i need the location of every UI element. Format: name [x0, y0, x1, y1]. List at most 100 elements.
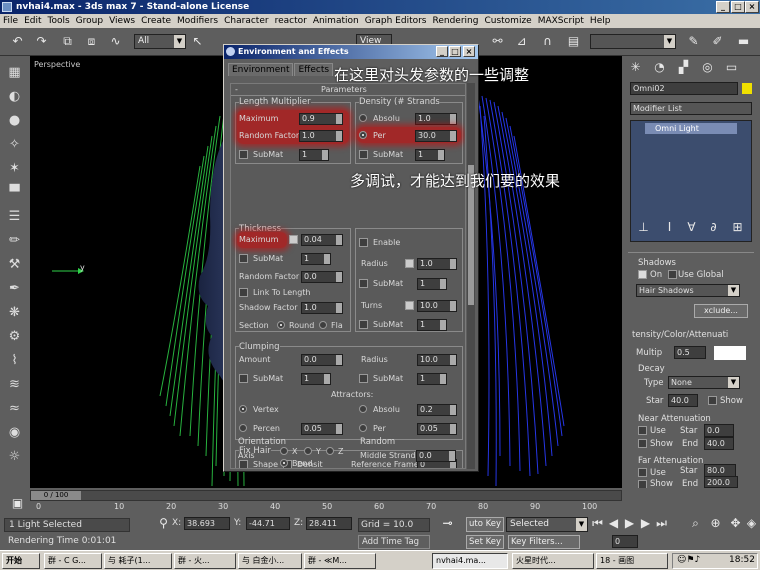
taskbar-item[interactable]: 与 白金小... — [238, 553, 302, 569]
length-maximum-field[interactable]: 0.9 — [299, 113, 343, 125]
play-icon[interactable]: ▶ — [622, 516, 637, 531]
link-to-length-checkbox[interactable] — [239, 288, 248, 297]
dialog-titlebar[interactable]: Environment and Effects _ □ × — [224, 45, 478, 59]
goto-end-icon[interactable]: ⏭ — [654, 516, 669, 531]
key-selection-combo[interactable]: Selected ▼ — [506, 517, 588, 532]
named-selection-combo[interactable]: ▼ — [590, 34, 676, 49]
multiplier-field[interactable]: 0.5 — [674, 346, 706, 359]
clump-submat2-field[interactable]: 1 — [417, 373, 447, 385]
axis-y-radio[interactable] — [304, 447, 312, 455]
bone-icon[interactable]: ⌇ — [6, 352, 23, 369]
taskbar-item[interactable]: 与 耗子(1... — [104, 553, 172, 569]
tab-environment[interactable]: Environment — [228, 63, 294, 76]
near-use-checkbox[interactable] — [638, 426, 647, 435]
current-frame-field[interactable]: 0 — [612, 535, 638, 548]
pan-icon[interactable]: ✥ — [728, 516, 743, 531]
close-button[interactable]: × — [745, 1, 759, 13]
dialog-maximize-button[interactable]: □ — [449, 46, 461, 57]
ripple-icon[interactable]: ≈ — [6, 400, 23, 417]
maximize-button[interactable]: □ — [731, 1, 745, 13]
taskbar-item[interactable]: 群 - C G... — [44, 553, 102, 569]
object-name-field[interactable]: Omni02 — [630, 82, 738, 95]
density-submat-field[interactable]: 1 — [415, 149, 445, 161]
curl-submat2-field[interactable]: 1 — [417, 319, 447, 331]
menu-views[interactable]: Views — [106, 14, 138, 28]
far-use-checkbox[interactable] — [638, 468, 647, 477]
curl-submat1-field[interactable]: 1 — [417, 278, 447, 290]
near-end-field[interactable]: 40.0 — [704, 437, 734, 450]
near-start-field[interactable]: 0.0 — [704, 424, 734, 437]
rollout-header[interactable]: - Parameters — [231, 84, 465, 96]
menu-edit[interactable]: Edit — [21, 14, 44, 28]
curl-enable-checkbox[interactable] — [359, 238, 368, 247]
create-tab-icon[interactable]: ✳ — [628, 60, 643, 75]
quick-render-icon[interactable]: ▬ — [736, 34, 751, 49]
x-coord-field[interactable]: 38.693 — [184, 517, 230, 530]
layer-icon[interactable]: ▤ — [566, 34, 581, 49]
time-slider[interactable]: 0 / 100 — [30, 490, 622, 501]
hierarchy-tab-icon[interactable]: ▞ — [676, 60, 691, 75]
menu-rendering[interactable]: Rendering — [430, 14, 482, 28]
dialog-close-button[interactable]: × — [463, 46, 475, 57]
clump-submat2-checkbox[interactable] — [359, 374, 368, 383]
select-link-icon[interactable]: ⧉ — [60, 34, 75, 49]
density-submat-checkbox[interactable] — [359, 150, 368, 159]
shadows-on-checkbox[interactable] — [638, 270, 647, 279]
zoom-all-icon[interactable]: ⊕ — [708, 516, 723, 531]
density-per-radio[interactable] — [359, 131, 367, 139]
section-flat-radio[interactable] — [319, 321, 327, 329]
z-coord-field[interactable]: 28.411 — [306, 517, 352, 530]
motion-tab-icon[interactable]: ◎ — [700, 60, 715, 75]
select-icon[interactable]: ↖ — [190, 34, 205, 49]
add-time-tag-button[interactable]: Add Time Tag — [358, 535, 430, 549]
attractor-absolu-radio[interactable] — [359, 405, 367, 413]
taskbar-item-active[interactable]: nvhai4.ma... — [432, 553, 508, 569]
goto-start-icon[interactable]: ⏮ — [590, 516, 605, 531]
motion-icon[interactable]: ✧ — [6, 136, 23, 153]
light-icon[interactable]: ☼ — [6, 448, 23, 465]
prev-frame-icon[interactable]: ◀ — [606, 516, 621, 531]
curl-radius-field[interactable]: 1.0 — [417, 258, 457, 270]
menu-modifiers[interactable]: Modifiers — [174, 14, 221, 28]
modify-tab-icon[interactable]: ◔ — [652, 60, 667, 75]
shadow-type-combo[interactable]: Hair Shadows — [636, 284, 740, 297]
remove-modifier-icon[interactable]: ∂ — [706, 220, 721, 235]
shadow-factor-field[interactable]: 1.0 — [301, 302, 343, 314]
clump-amount-field[interactable]: 0.0 — [301, 354, 343, 366]
turns-lock-icon[interactable] — [405, 301, 414, 310]
stack-item[interactable]: Omni Light — [645, 123, 737, 134]
tray-icons[interactable]: ☺⚑♪ — [677, 555, 700, 565]
menu-maxscript[interactable]: MAXScript — [535, 14, 587, 28]
light-color-swatch[interactable] — [714, 346, 746, 360]
wave-icon[interactable]: ≋ — [6, 376, 23, 393]
gear-icon[interactable]: ⚙ — [6, 328, 23, 345]
taskbar-item[interactable]: 火星时代... — [512, 553, 594, 569]
menu-customize[interactable]: Customize — [481, 14, 534, 28]
selection-filter-combo[interactable]: All ▼ — [134, 34, 186, 49]
bind-spacewarp-icon[interactable]: ∿ — [108, 34, 123, 49]
modify-icon[interactable]: ◐ — [6, 88, 23, 105]
taskbar-item[interactable]: 群 - 火... — [174, 553, 236, 569]
mirror-icon[interactable]: ⚯ — [490, 34, 505, 49]
time-slider-thumb[interactable]: 0 / 100 — [31, 491, 81, 500]
timeline-ruler[interactable]: 0 10 20 30 40 50 60 70 80 90 100 — [30, 502, 622, 516]
far-end-field[interactable]: 200.0 — [704, 476, 738, 488]
menu-group[interactable]: Group — [73, 14, 106, 28]
zoom-icon[interactable]: ⌕ — [688, 516, 703, 531]
star-icon[interactable]: ✶ — [6, 160, 23, 177]
thickness-submat-field[interactable]: 1 — [301, 253, 331, 265]
make-unique-icon[interactable]: ∀ — [684, 220, 699, 235]
paint-icon[interactable]: ✒ — [6, 280, 23, 297]
density-per-field[interactable]: 30.0 — [415, 130, 457, 142]
object-color-swatch[interactable] — [742, 83, 752, 94]
set-key-button[interactable]: Set Key — [466, 535, 504, 549]
curl-submat1-checkbox[interactable] — [359, 279, 368, 288]
decay-show-checkbox[interactable] — [708, 396, 717, 405]
redo-icon[interactable]: ↷ — [34, 34, 49, 49]
exclude-button[interactable]: xclude... — [694, 304, 748, 318]
section-round-radio[interactable] — [277, 321, 285, 329]
particle-icon[interactable]: ❋ — [6, 304, 23, 321]
render-setup-icon[interactable]: ✐ — [710, 34, 725, 49]
tab-effects[interactable]: Effects — [294, 63, 334, 76]
mini-curve-icon[interactable]: ▣ — [10, 496, 25, 511]
